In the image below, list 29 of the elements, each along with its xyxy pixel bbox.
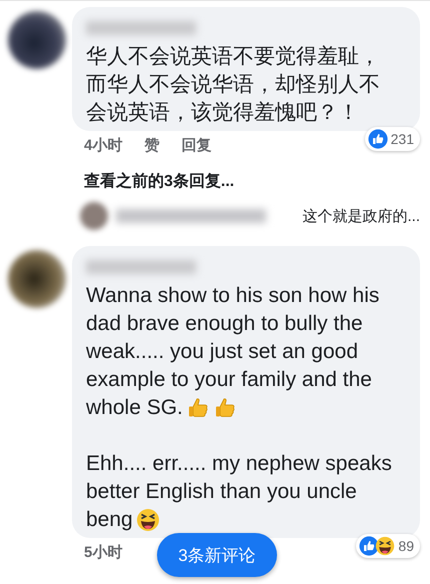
like-icon — [368, 129, 388, 149]
comment-text: example to your family and the — [86, 367, 372, 393]
comment-text: 而华人不会说华语，却怪别人不 — [86, 72, 380, 98]
comment-text: weak..... you just set an good — [86, 339, 358, 365]
comment-text: whole SG. — [86, 395, 183, 421]
comment-text: 华人不会说英语不要觉得羞耻， — [86, 44, 380, 70]
comment-text: Wanna show to his son how his — [86, 283, 380, 309]
reaction-badge[interactable]: 231 — [364, 127, 420, 151]
avatar — [8, 250, 66, 308]
comment-text: dad brave enough to bully the — [86, 311, 363, 337]
laughing-face-icon — [375, 536, 396, 556]
like-icon — [359, 536, 380, 556]
action-link[interactable]: 赞 — [144, 136, 160, 155]
reaction-count: 231 — [390, 131, 414, 147]
timestamp: 5小时 — [84, 543, 122, 562]
comment-text: Ehh.... err..... my nephew speaks — [86, 451, 392, 477]
reply-text: 这个就是政府的... — [302, 206, 420, 226]
timestamp: 4小时 — [84, 136, 122, 155]
view-replies-link[interactable]: 查看之前的3条回复... — [84, 171, 420, 192]
avatar — [8, 11, 66, 69]
avatar — [80, 202, 108, 230]
comment-text: better English than you uncle — [86, 479, 357, 505]
laughing-face-icon — [136, 508, 160, 532]
comment-text: 会说英语，该觉得羞愧吧？！ — [86, 100, 359, 126]
reaction-badge[interactable]: 89 — [356, 534, 420, 558]
action-link[interactable]: 回复 — [181, 136, 212, 155]
comment-text: beng — [86, 507, 133, 533]
new-comments-button[interactable]: 3条新评论 — [157, 533, 277, 577]
reaction-count: 89 — [398, 538, 414, 554]
